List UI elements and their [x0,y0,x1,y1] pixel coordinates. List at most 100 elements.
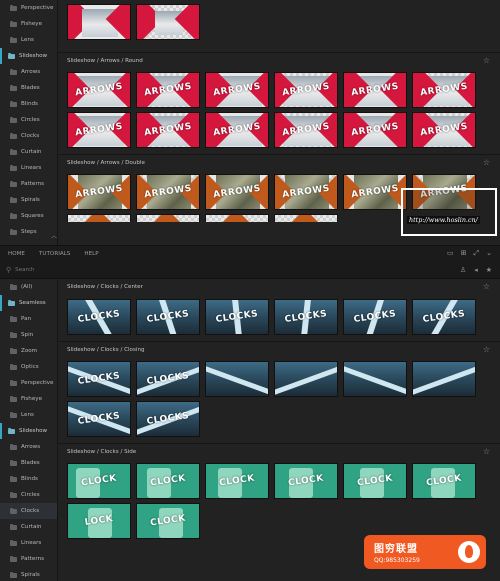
sidebar-item[interactable]: Circles [0,487,57,503]
transition-thumbnail[interactable]: ARROWS [205,72,269,108]
star-icon[interactable]: ☆ [483,56,490,65]
sidebar-item[interactable]: Steps [0,224,57,240]
transition-thumbnail[interactable]: ARROWS [412,72,476,108]
star-icon[interactable]: ☆ [483,447,490,456]
sidebar-item[interactable]: Perspective [0,0,57,16]
thumb-prev-2[interactable] [136,4,200,40]
sidebar-item[interactable]: Linears [0,535,57,551]
collapse-caret-icon[interactable]: ︿ [51,231,57,240]
transition-thumbnail[interactable]: LOCK [67,503,131,539]
sidebar-item[interactable]: Spirals [0,567,57,581]
star-icon[interactable]: ☆ [483,158,490,167]
transition-thumbnail[interactable]: CLOCKS [136,361,200,397]
transition-thumbnail[interactable]: CLOCKS [136,299,200,335]
sidebar-item[interactable]: Arrows [0,64,57,80]
panel-icon[interactable]: ▭ [447,249,454,258]
transition-thumbnail[interactable]: ARROWS [274,174,338,210]
sidebar-item[interactable]: Patterns [0,551,57,567]
sidebar-item[interactable]: Fisheye [0,16,57,32]
thumb-prev-1[interactable] [67,4,131,40]
transition-thumbnail[interactable]: ARROWS [274,112,338,148]
sidebar-item[interactable]: Curtain [0,519,57,535]
group-accent [0,48,2,64]
group-accent [0,423,2,439]
sidebar-item-label: Lens [21,37,34,43]
transition-thumbnail[interactable]: ARROWS [343,112,407,148]
sidebar-item[interactable]: Slideshow [0,48,57,64]
sidebar-item[interactable]: Linears [0,160,57,176]
sidebar-item[interactable]: Spirals [0,192,57,208]
transition-thumbnail[interactable] [343,361,407,397]
chevron-down-icon[interactable]: ⌄ [486,249,492,258]
transition-thumbnail[interactable]: ARROWS [205,112,269,148]
star-icon[interactable]: ☆ [483,283,490,291]
transition-thumbnail[interactable]: ARROWS [274,72,338,108]
transition-thumbnail[interactable] [205,361,269,397]
volume-icon[interactable]: ◂ [474,266,478,274]
transition-thumbnail[interactable]: CLOCKS [205,299,269,335]
transition-thumbnail[interactable] [67,214,131,222]
transition-thumbnail[interactable]: CLOCKS [67,299,131,335]
layout-icon[interactable]: ⊞ [461,249,467,258]
transition-thumbnail[interactable]: ARROWS [136,72,200,108]
tab-home[interactable]: HOME [8,251,25,257]
transition-thumbnail[interactable]: CLOCK [412,463,476,499]
expand-icon[interactable]: ⤢ [474,249,480,258]
sidebar-item[interactable]: Pan [0,311,57,327]
transition-thumbnail[interactable]: ARROWS [343,72,407,108]
transition-thumbnail[interactable] [274,361,338,397]
tab-help[interactable]: HELP [84,251,98,257]
sidebar-item[interactable]: Curtain [0,144,57,160]
transition-thumbnail[interactable]: CLOCKS [67,361,131,397]
sidebar-item[interactable]: Lens [0,32,57,48]
sidebar-item[interactable]: Blinds [0,96,57,112]
sidebar-item[interactable]: Patterns [0,176,57,192]
star-icon[interactable]: ☆ [483,345,490,354]
sidebar-item[interactable]: Arrows [0,439,57,455]
sidebar-item[interactable]: Slideshow [0,423,57,439]
tab-tutorials[interactable]: TUTORIALS [39,251,70,257]
sidebar-item[interactable]: Seamless [0,295,57,311]
search-input[interactable] [15,266,166,273]
sidebar-item[interactable]: Clocks [0,503,57,519]
transition-thumbnail[interactable] [274,214,338,222]
transition-thumbnail[interactable]: CLOCK [136,463,200,499]
transition-thumbnail[interactable]: ARROWS [136,174,200,210]
sidebar-item[interactable]: Zoom [0,343,57,359]
transition-thumbnail[interactable]: ARROWS [343,174,407,210]
transition-thumbnail[interactable]: ARROWS [205,174,269,210]
transition-thumbnail[interactable]: CLOCKS [67,401,131,437]
sidebar-item[interactable]: Lens [0,407,57,423]
sidebar-item[interactable]: Blinds [0,471,57,487]
transition-thumbnail[interactable] [412,361,476,397]
transition-thumbnail[interactable] [136,214,200,222]
figure-icon[interactable]: ♙ [460,266,466,274]
transition-thumbnail[interactable]: CLOCKS [412,299,476,335]
sidebar-item[interactable]: Squares [0,208,57,224]
sidebar-item[interactable]: (All) [0,279,57,295]
transition-thumbnail[interactable]: CLOCKS [136,401,200,437]
transition-thumbnail[interactable]: ARROWS [67,112,131,148]
sidebar-item[interactable]: Fisheye [0,391,57,407]
transition-thumbnail[interactable]: ARROWS [67,72,131,108]
sidebar-item[interactable]: Perspective [0,375,57,391]
transition-thumbnail[interactable]: ARROWS [412,112,476,148]
transition-thumbnail[interactable] [205,214,269,222]
sidebar-item[interactable]: Circles [0,112,57,128]
transition-thumbnail[interactable]: ARROWS [136,112,200,148]
transition-thumbnail[interactable]: CLOCK [136,503,200,539]
transition-thumbnail[interactable]: CLOCKS [274,299,338,335]
sidebar-item[interactable]: Clocks [0,128,57,144]
transition-thumbnail[interactable]: CLOCK [205,463,269,499]
sidebar-item[interactable]: Spin [0,327,57,343]
sidebar-item[interactable]: Blades [0,80,57,96]
sidebar-item[interactable]: Blades [0,455,57,471]
transition-thumbnail[interactable]: CLOCK [67,463,131,499]
transition-thumbnail[interactable]: ARROWS [67,174,131,210]
sidebar-item-label: Clocks [21,133,40,139]
transition-thumbnail[interactable]: CLOCK [274,463,338,499]
transition-thumbnail[interactable]: CLOCK [343,463,407,499]
favorite-star-icon[interactable]: ★ [486,266,492,274]
transition-thumbnail[interactable]: CLOCKS [343,299,407,335]
sidebar-item[interactable]: Optics [0,359,57,375]
